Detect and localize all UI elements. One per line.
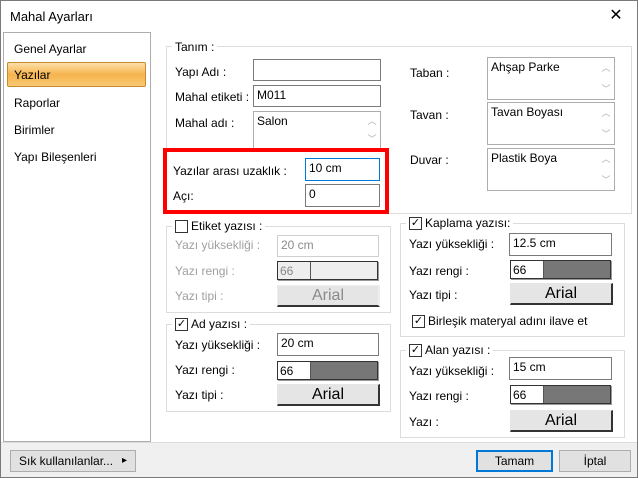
scroll-down-icon[interactable]: ﹀ [366,132,378,145]
scroll-up-icon[interactable]: ︿ [600,152,612,165]
kaplama-checkbox[interactable]: ✓ [409,216,422,230]
duvar-value: Plastik Boya [491,151,558,165]
ad-legend-text: Ad yazısı : [191,317,248,331]
cancel-button[interactable]: İptal [559,450,631,472]
ad-color-value: 66 [278,362,311,379]
close-icon[interactable]: ✕ [604,5,628,25]
alan-color-label: Yazı rengi : [409,389,469,403]
ad-checkbox[interactable]: ✓ [175,317,188,331]
etiket-font-button[interactable]: Arial [277,285,380,307]
etiket-font-label: Yazı tipi : [175,289,224,303]
yapi-adi-input[interactable] [253,59,381,81]
alan-legend: ✓ Alan yazısı : [406,343,494,357]
etiket-legend: Etiket yazısı : [172,219,266,233]
ad-font-button[interactable]: Arial [277,384,380,406]
ad-color-picker[interactable]: 66 [277,361,378,380]
ok-button[interactable]: Tamam [476,450,553,472]
taban-value: Ahşap Parke [491,60,560,74]
taban-textarea[interactable]: Ahşap Parke ︿ ﹀ [487,57,615,100]
tanim-legend: Tanım : [172,40,218,54]
alan-font-label: Yazı : [409,415,439,429]
sidebar-item-genel-ayarlar[interactable]: Genel Ayarlar [14,42,87,56]
etiket-height-input[interactable]: 20 cm [277,235,379,257]
taban-label: Taban : [410,66,450,80]
scroll-up-icon[interactable]: ︿ [366,114,378,127]
alan-color-picker[interactable]: 66 [510,385,611,404]
birlesik-option[interactable]: ✓ Birleşik materyal adını ilave et [412,314,587,328]
mahal-etiketi-input[interactable]: M011 [253,85,381,107]
kaplama-height-label: Yazı yüksekliği : [409,237,495,251]
tavan-value: Tavan Boyası [491,105,564,119]
ad-color-label: Yazı rengi : [175,363,235,377]
sidebar: Genel Ayarlar Yazılar Raporlar Birimler … [3,32,151,442]
favorites-label: Sık kullanılanlar... [19,454,114,468]
kaplama-color-picker[interactable]: 66 [510,260,611,279]
alan-height-label: Yazı yüksekliği : [409,364,495,378]
kaplama-color-label: Yazı rengi : [409,264,469,278]
mahal-adi-value: Salon [257,114,288,128]
color-swatch [311,362,377,379]
scroll-up-icon[interactable]: ︿ [600,106,612,119]
tavan-textarea[interactable]: Tavan Boyası ︿ ﹀ [487,102,615,145]
etiket-color-label: Yazı rengi : [175,264,235,278]
ad-font-label: Yazı tipi : [175,388,224,402]
sidebar-item-raporlar[interactable]: Raporlar [14,96,60,110]
scroll-down-icon[interactable]: ﹀ [600,82,612,95]
birlesik-label: Birleşik materyal adını ilave et [428,314,588,328]
etiket-color-picker[interactable]: 66 [277,261,378,280]
kaplama-font-button[interactable]: Arial [510,283,613,305]
ad-legend: ✓ Ad yazısı : [172,317,251,331]
alan-height-input[interactable]: 15 cm [509,357,612,380]
mahal-etiketi-label: Mahal etiketi : [175,90,250,104]
mahal-adi-textarea[interactable]: Salon ︿ ﹀ [253,111,381,149]
alan-legend-text: Alan yazısı : [425,343,491,357]
duvar-label: Duvar : [410,153,449,167]
birlesik-checkbox[interactable]: ✓ [412,314,425,328]
color-swatch [311,262,377,279]
color-swatch [544,261,610,278]
favorites-button[interactable]: Sık kullanılanlar... ▸ [10,450,136,472]
aci-label: Açı: [173,189,194,203]
sidebar-item-yazilar[interactable]: Yazılar [14,68,50,82]
alan-color-value: 66 [511,386,544,403]
color-swatch [544,386,610,403]
sidebar-item-birimler[interactable]: Birimler [14,123,55,137]
scroll-up-icon[interactable]: ︿ [600,61,612,74]
etiket-legend-text: Etiket yazısı : [191,219,263,233]
etiket-color-value: 66 [278,262,311,279]
etiket-height-label: Yazı yüksekliği : [175,238,261,252]
sidebar-item-yapi-bilesenleri[interactable]: Yapı Bileşenleri [14,150,97,164]
mahal-adi-label: Mahal adı : [175,116,235,130]
ad-height-input[interactable]: 20 cm [277,333,379,356]
scroll-down-icon[interactable]: ﹀ [600,173,612,186]
uzaklik-input[interactable]: 10 cm [305,158,380,181]
kaplama-color-value: 66 [511,261,544,278]
aci-input[interactable]: 0 [305,184,380,207]
yapi-adi-label: Yapı Adı : [175,65,227,79]
duvar-textarea[interactable]: Plastik Boya ︿ ﹀ [487,148,615,191]
alan-font-button[interactable]: Arial [510,410,613,432]
window-title: Mahal Ayarları [10,9,93,24]
ad-height-label: Yazı yüksekliği : [175,338,261,352]
tavan-label: Tavan : [410,108,449,122]
kaplama-legend-text: Kaplama yazısı: [425,216,511,230]
etiket-checkbox[interactable] [175,219,188,233]
alan-checkbox[interactable]: ✓ [409,343,422,357]
kaplama-legend: ✓ Kaplama yazısı: [406,216,514,230]
uzaklik-label: Yazılar arası uzaklık : [173,164,287,178]
chevron-right-icon: ▸ [121,455,127,466]
scroll-down-icon[interactable]: ﹀ [600,127,612,140]
kaplama-font-label: Yazı tipi : [409,288,458,302]
kaplama-height-input[interactable]: 12.5 cm [509,233,612,256]
